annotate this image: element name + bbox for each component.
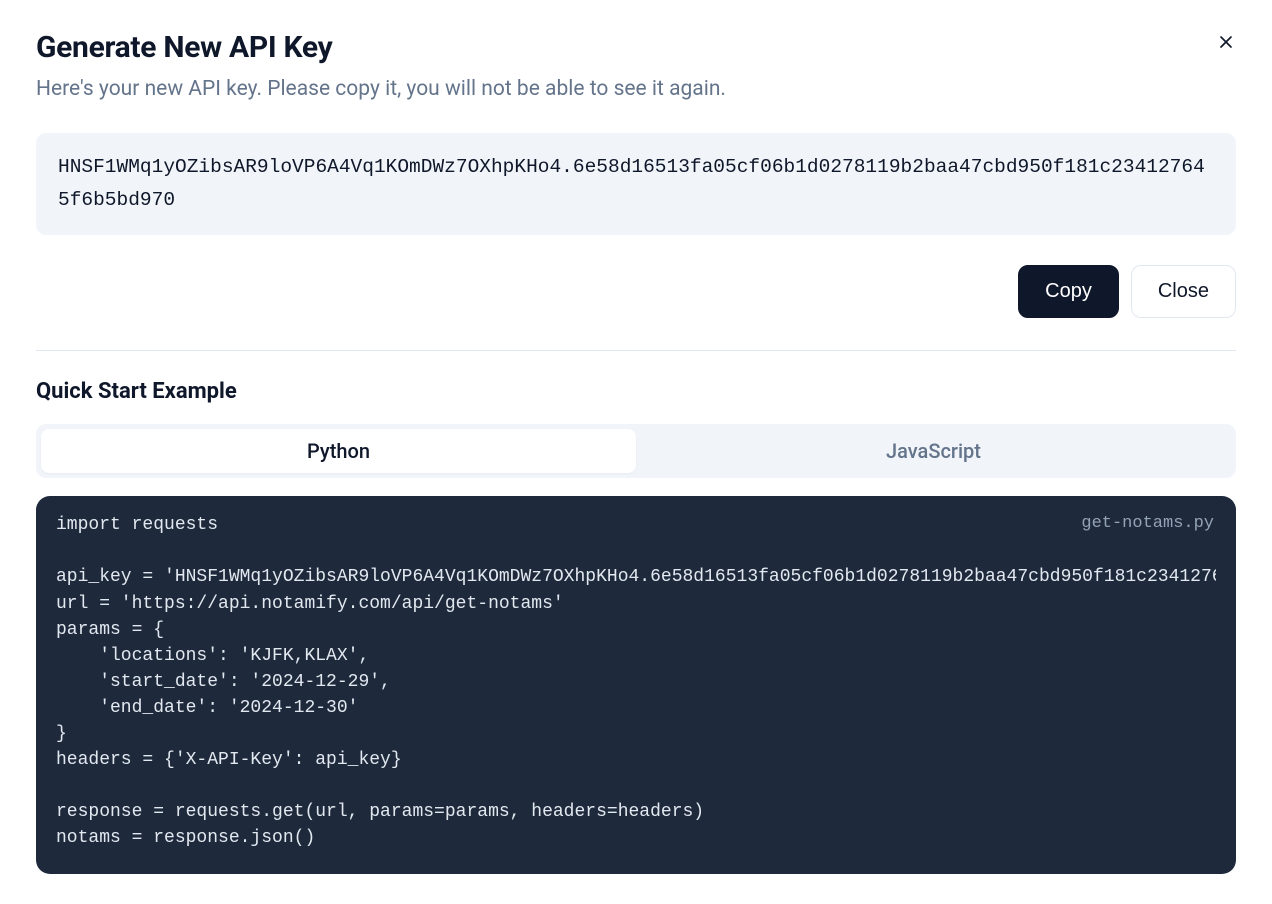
api-key-modal: Generate New API Key Here's your new API… <box>0 0 1272 904</box>
divider <box>36 350 1236 351</box>
code-content: import requests api_key = 'HNSF1WMq1yOZi… <box>56 512 1216 851</box>
modal-subtitle: Here's your new API key. Please copy it,… <box>36 77 1236 101</box>
tab-python[interactable]: Python <box>41 429 636 473</box>
tab-javascript[interactable]: JavaScript <box>636 429 1231 473</box>
modal-title: Generate New API Key <box>36 30 1236 65</box>
quick-start-title: Quick Start Example <box>36 379 1236 404</box>
code-block: get-notams.py import requests api_key = … <box>36 496 1236 873</box>
close-button[interactable]: Close <box>1131 265 1236 318</box>
copy-button[interactable]: Copy <box>1018 265 1119 318</box>
code-filename: get-notams.py <box>1081 514 1214 533</box>
api-key-display: HNSF1WMq1yOZibsAR9loVP6A4Vq1KOmDWz7OXhpK… <box>36 133 1236 235</box>
close-icon[interactable] <box>1212 28 1240 56</box>
language-tabs: Python JavaScript <box>36 424 1236 478</box>
button-row: Copy Close <box>36 265 1236 318</box>
